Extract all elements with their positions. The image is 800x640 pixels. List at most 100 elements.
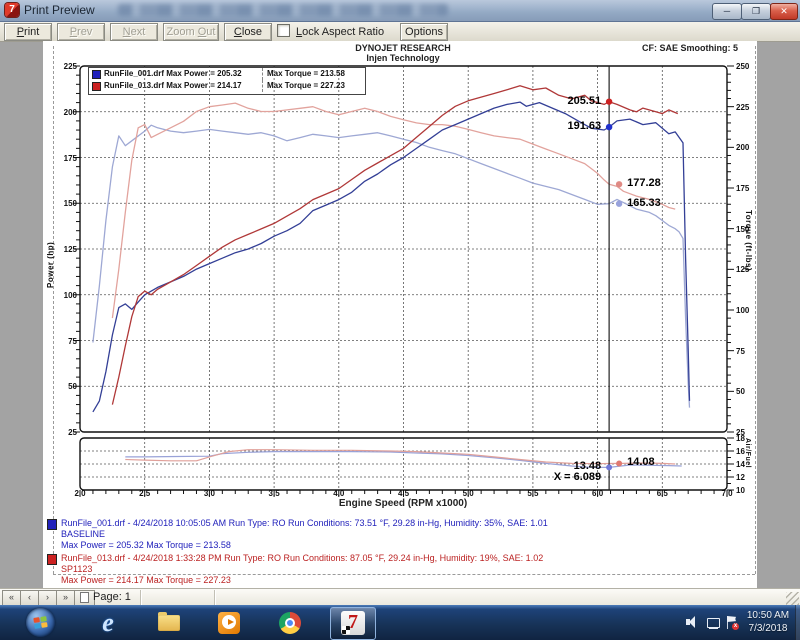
power-tick-label: 150: [55, 199, 77, 208]
rpm-tick-label: 5.0: [456, 489, 480, 498]
volume-tray-icon[interactable]: [686, 616, 699, 629]
internet-explorer-icon: e: [96, 611, 120, 635]
torque-tick-label: 250: [736, 62, 758, 71]
rpm-tick-label: 2.0: [68, 489, 92, 498]
torque-tick-label: 175: [736, 184, 758, 193]
close-button[interactable]: Close: [224, 23, 272, 41]
footer-run2-line2: SP1123: [61, 564, 92, 574]
footer-run2-line3: Max Power = 214.17 Max Torque = 227.23: [61, 575, 231, 585]
footer-run1-line3: Max Power = 205.32 Max Torque = 213.58: [61, 540, 231, 550]
cursor-marker-dot: [606, 98, 612, 104]
document-icon: [80, 592, 89, 603]
cursor-value-label: 191.63: [553, 120, 601, 132]
smoothing-info: CF: SAE Smoothing: 5: [560, 43, 738, 53]
airfuel-tick-label: 16: [736, 447, 752, 456]
lock-aspect-ratio-checkbox[interactable]: [277, 24, 290, 37]
dyno-main-chart: [68, 60, 758, 440]
power-tick-label: 125: [55, 245, 77, 254]
taskbar-item-dynojet-active[interactable]: 7: [330, 607, 376, 640]
clock-date: 7/3/2018: [742, 622, 794, 635]
rpm-tick-label: 5.5: [521, 489, 545, 498]
page-number-label: Page: 1: [93, 591, 131, 603]
rpm-tick-label: 2.5: [133, 489, 157, 498]
airfuel-tick-label: 14: [736, 460, 752, 469]
power-axis-title: Power (hp): [46, 212, 55, 288]
action-center-tray-icon[interactable]: x: [727, 616, 740, 630]
taskbar-item-chrome[interactable]: [278, 611, 302, 635]
zoom-out-button: Zoom Out: [163, 23, 219, 41]
cursor-marker-dot: [606, 464, 612, 470]
taskbar: e 7 x 10:50 AM 7/3/2018: [0, 605, 800, 640]
runfile-001-drf-power: [93, 102, 690, 412]
footer-chip-run1: [47, 519, 57, 530]
rpm-tick-label: 6.0: [586, 489, 610, 498]
airfuel-tick-label: 18: [736, 434, 752, 443]
network-tray-icon[interactable]: [707, 616, 720, 630]
runfile-013-drf-torque: [112, 103, 675, 318]
power-tick-label: 175: [55, 154, 77, 163]
torque-tick-label: 75: [736, 347, 758, 356]
cursor-value-label: 177.28: [627, 177, 661, 189]
options-button[interactable]: Options: [400, 23, 448, 41]
cursor-marker-dot: [616, 181, 622, 187]
start-button[interactable]: [26, 608, 55, 637]
lock-aspect-ratio-option[interactable]: Lock Aspect Ratio: [277, 24, 384, 40]
maximize-button[interactable]: ❐: [741, 3, 771, 20]
torque-tick-label: 100: [736, 306, 758, 315]
cursor-marker-dot: [616, 460, 622, 466]
footer-run1-line2: BASELINE: [61, 529, 105, 539]
footer-run1-line1: RunFile_001.drf - 4/24/2018 10:05:05 AM …: [61, 518, 548, 528]
chart-title: DYNOJET RESEARCH: [253, 43, 553, 53]
resize-grip[interactable]: [786, 592, 799, 605]
last-page-button[interactable]: »: [56, 590, 75, 606]
taskbar-clock[interactable]: 10:50 AM 7/3/2018: [742, 609, 794, 635]
power-tick-label: 25: [55, 428, 77, 437]
torque-tick-label: 50: [736, 387, 758, 396]
next-page-button[interactable]: ›: [38, 590, 57, 606]
footer-run2-line1: RunFile_013.drf - 4/24/2018 1:33:28 PM R…: [61, 553, 543, 563]
close-window-button[interactable]: ✕: [770, 3, 798, 20]
torque-tick-label: 125: [736, 265, 758, 274]
status-bar: « ‹ › » Page: 1: [0, 588, 800, 606]
statusbar-separator: [214, 590, 215, 605]
power-tick-label: 50: [55, 382, 77, 391]
first-page-button[interactable]: «: [2, 590, 21, 606]
prev-page-button[interactable]: ‹: [20, 590, 39, 606]
torque-tick-label: 200: [736, 143, 758, 152]
cursor-marker-dot: [606, 124, 612, 130]
taskbar-item-media-player[interactable]: [218, 611, 242, 635]
clock-time: 10:50 AM: [742, 609, 794, 622]
cursor-value-label: 14.08: [627, 456, 655, 468]
cursor-x-label: X = 6.089: [545, 471, 601, 483]
next-button: Next: [110, 23, 158, 41]
cursor-value-label: 205.51: [553, 95, 601, 107]
runfile-013-drf-power: [112, 86, 677, 405]
airfuel-tick-label: 12: [736, 473, 752, 482]
power-tick-label: 200: [55, 108, 77, 117]
page-setup-button[interactable]: [74, 590, 95, 606]
rpm-tick-label: 3.5: [262, 489, 286, 498]
rpm-tick-label: 6.5: [650, 489, 674, 498]
windows-logo-icon: [33, 616, 47, 629]
app-icon: 7: [5, 3, 19, 17]
window-title: Print Preview: [24, 3, 95, 17]
taskbar-item-explorer[interactable]: [158, 611, 182, 635]
power-tick-label: 100: [55, 291, 77, 300]
print-button[interactable]: Print: [4, 23, 52, 41]
prev-button: Prev: [57, 23, 105, 41]
taskbar-item-internet-explorer[interactable]: e: [96, 611, 120, 635]
rpm-tick-label: 7.0: [715, 489, 739, 498]
minimize-button[interactable]: ─: [712, 3, 742, 20]
cursor-value-label: 165.33: [627, 197, 661, 209]
footer-chip-run2: [47, 554, 57, 565]
cursor-value-label: 13.48: [553, 460, 601, 472]
runfile-001-drf-torque: [93, 125, 690, 407]
title-bar[interactable]: 7 Print Preview ─ ❐ ✕: [0, 0, 800, 22]
redacted-title-path: [118, 4, 448, 16]
print-preview-window: 7 Print Preview ─ ❐ ✕ Lock Aspect Ratio …: [0, 0, 800, 640]
cursor-marker-dot: [616, 201, 622, 207]
show-desktop-button[interactable]: [795, 605, 800, 640]
rpm-tick-label: 4.0: [327, 489, 351, 498]
power-tick-label: 75: [55, 337, 77, 346]
toolbar: Lock Aspect Ratio Print Prev Next Zoom Out C…: [0, 22, 800, 42]
